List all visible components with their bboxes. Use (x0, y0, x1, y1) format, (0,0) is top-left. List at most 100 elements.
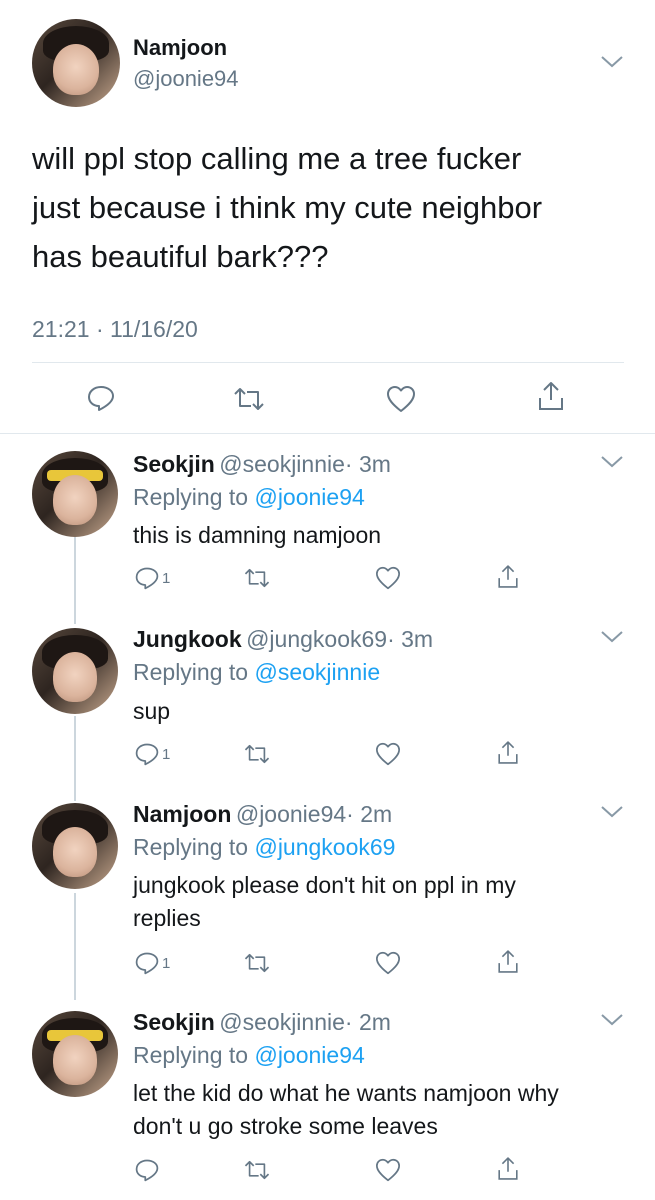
reply-text-line: don't u go stroke some leaves (133, 1113, 438, 1139)
chevron-down-icon[interactable] (600, 55, 624, 74)
reply-time: · 2m (346, 801, 393, 827)
author-name[interactable]: Seokjin (133, 451, 215, 477)
reply-icon (135, 1159, 159, 1182)
replying-to-link[interactable]: @joonie94 (254, 1042, 364, 1068)
author-name[interactable]: Jungkook (133, 626, 242, 652)
chevron-down-icon[interactable] (600, 455, 624, 474)
thread-line (74, 893, 76, 1000)
reply-text-line: let the kid do what he wants namjoon why (133, 1080, 559, 1106)
reply-button[interactable] (86, 383, 116, 413)
divider (0, 433, 655, 434)
avatar-face (52, 1035, 98, 1085)
like-icon (376, 742, 400, 766)
retweet-button[interactable] (243, 1159, 271, 1181)
author-handle[interactable]: @joonie94 (236, 801, 346, 827)
reply-text: jungkook please don't hit on ppl in my r… (133, 869, 633, 935)
share-button[interactable] (496, 1155, 520, 1182)
share-button[interactable] (496, 948, 520, 975)
retweet-button[interactable] (243, 743, 271, 765)
share-icon (498, 741, 518, 764)
tweet-text: will ppl stop calling me a tree fucker j… (32, 134, 632, 281)
avatar[interactable] (32, 451, 118, 537)
like-icon (376, 1158, 400, 1182)
reply-button[interactable] (134, 1157, 162, 1183)
retweet-icon (234, 388, 264, 410)
timestamp[interactable]: 21:21 · 11/16/20 (32, 316, 198, 343)
replying-to: Replying to @joonie94 (133, 1042, 365, 1069)
reply-button[interactable]: 1 (134, 950, 170, 976)
tweet-text-line: just because i think my cute neighbor (32, 190, 543, 225)
avatar[interactable] (32, 1011, 118, 1097)
thread-line (74, 716, 76, 801)
reply-text: let the kid do what he wants namjoon why… (133, 1077, 638, 1143)
reply-icon (135, 952, 159, 975)
reply-text-line: this is damning namjoon (133, 522, 382, 548)
like-button[interactable] (386, 385, 416, 413)
avatar-face (52, 475, 98, 525)
replying-to: Replying to @seokjinnie (133, 659, 380, 686)
reply-text-line: sup (133, 698, 171, 724)
reply-count: 1 (162, 745, 171, 763)
author-name[interactable]: Namjoon (133, 801, 231, 827)
avatar-face (53, 43, 99, 95)
reply-icon (88, 386, 114, 411)
replying-to-prefix: Replying to (133, 1042, 255, 1068)
chevron-down-icon[interactable] (600, 1013, 624, 1032)
replying-to-prefix: Replying to (133, 484, 255, 510)
author-handle[interactable]: @jungkook69 (246, 626, 387, 652)
retweet-icon (244, 953, 270, 973)
like-button[interactable] (375, 951, 401, 975)
like-button[interactable] (375, 566, 401, 590)
author-handle[interactable]: @seokjinnie (219, 451, 345, 477)
reply-text: this is damning namjoon (133, 519, 633, 552)
retweet-button[interactable] (243, 952, 271, 974)
reply-button[interactable]: 1 (134, 741, 170, 767)
reply-time: · 3m (387, 626, 434, 652)
like-button[interactable] (375, 742, 401, 766)
like-icon (376, 951, 400, 975)
retweet-button[interactable] (243, 567, 271, 589)
replying-to-prefix: Replying to (133, 834, 255, 860)
share-icon (498, 565, 518, 588)
reply-icon (135, 567, 159, 590)
avatar[interactable] (32, 803, 118, 889)
reply-count: 1 (162, 954, 171, 972)
retweet-icon (244, 1160, 270, 1180)
reply-header: Jungkook @jungkook69· 3m (133, 626, 433, 653)
replying-to-link[interactable]: @seokjinnie (254, 659, 380, 685)
avatar-face (52, 652, 98, 702)
avatar[interactable] (32, 628, 118, 714)
author-handle[interactable]: @seokjinnie (219, 1009, 345, 1035)
reply-count: 1 (162, 569, 171, 587)
author-name[interactable]: Namjoon (133, 35, 227, 61)
reply-time: · 2m (344, 1009, 391, 1035)
share-icon (498, 950, 518, 973)
replying-to-link[interactable]: @jungkook69 (254, 834, 395, 860)
tweet-text-line: will ppl stop calling me a tree fucker (32, 141, 522, 176)
share-button[interactable] (496, 739, 520, 766)
share-icon (498, 1157, 518, 1180)
reply-text-line: replies (133, 905, 201, 931)
replying-to-link[interactable]: @joonie94 (254, 484, 364, 510)
retweet-button[interactable] (232, 386, 266, 412)
reply-icon (135, 743, 159, 766)
divider (32, 362, 624, 363)
reply-header: Seokjin @seokjinnie· 2m (133, 1009, 391, 1036)
retweet-icon (244, 744, 270, 764)
avatar[interactable] (32, 19, 120, 107)
author-name[interactable]: Seokjin (133, 1009, 215, 1035)
chevron-down-icon[interactable] (600, 630, 624, 649)
chevron-down-icon[interactable] (600, 805, 624, 824)
reply-time: · 3m (344, 451, 391, 477)
reply-header: Seokjin @seokjinnie· 3m (133, 451, 391, 478)
share-button[interactable] (536, 380, 566, 412)
like-icon (376, 566, 400, 590)
thread-line (74, 537, 76, 624)
retweet-icon (244, 568, 270, 588)
reply-text-line: jungkook please don't hit on ppl in my (133, 872, 516, 898)
reply-button[interactable]: 1 (134, 565, 170, 591)
replying-to: Replying to @jungkook69 (133, 834, 395, 861)
like-button[interactable] (375, 1158, 401, 1182)
author-handle[interactable]: @joonie94 (133, 66, 239, 92)
share-button[interactable] (496, 563, 520, 590)
